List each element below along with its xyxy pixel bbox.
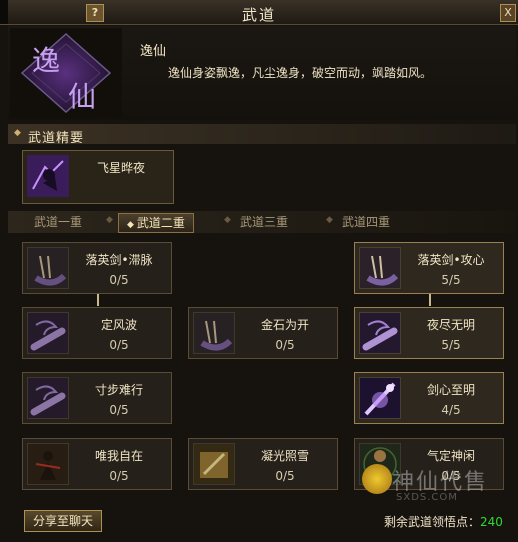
tab-tier-1[interactable]: 武道一重 bbox=[26, 213, 90, 231]
skill-node-points: 0/5 bbox=[275, 338, 295, 352]
tab-tier-4[interactable]: 武道四重 bbox=[334, 213, 398, 231]
skill-node-points: 0/5 bbox=[109, 338, 129, 352]
skill-description: 逸仙身姿飘逸，凡尘逸身，破空而动，飒踏如风。 bbox=[168, 66, 433, 80]
skill-node[interactable]: 夜尽无明 5/5 bbox=[354, 307, 504, 359]
skill-node-name: 定风波 bbox=[100, 318, 137, 332]
emblem-char-1: 逸 bbox=[32, 44, 60, 77]
tab-separator-icon: ◆ bbox=[326, 215, 333, 225]
skill-emblem-icon: 逸 仙 bbox=[10, 28, 122, 118]
golden-glow-icon bbox=[193, 443, 235, 485]
tab-separator-icon: ◆ bbox=[106, 215, 113, 225]
skill-node[interactable]: 落英剑•滞脉 0/5 bbox=[22, 242, 172, 294]
skill-node[interactable]: 金石为开 0/5 bbox=[188, 307, 338, 359]
remaining-points: 剩余武道领悟点：240 bbox=[384, 513, 503, 530]
skill-node[interactable]: 剑心至明 4/5 bbox=[354, 372, 504, 424]
purple-swirl-blade-icon bbox=[359, 312, 401, 354]
skill-node-name: 夜尽无明 bbox=[426, 318, 475, 332]
warrior-figure-icon bbox=[27, 443, 69, 485]
skill-node-name: 剑心至明 bbox=[426, 383, 475, 397]
window-title: 武道 bbox=[241, 6, 276, 24]
skill-node-name: 寸步难行 bbox=[94, 383, 143, 397]
skill-node[interactable]: 凝光照雪 0/5 bbox=[188, 438, 338, 490]
emblem-char-2: 仙 bbox=[68, 80, 96, 113]
skill-node-points: 0/5 bbox=[109, 469, 129, 483]
section-bar bbox=[8, 124, 516, 144]
skill-node[interactable]: 寸步难行 0/5 bbox=[22, 372, 172, 424]
featured-skill-name: 飞星晔夜 bbox=[96, 161, 145, 175]
share-to-chat-button[interactable]: 分享至聊天 bbox=[24, 510, 102, 532]
skill-node-points: 5/5 bbox=[441, 338, 461, 352]
skill-node-points: 5/5 bbox=[441, 273, 461, 287]
skill-node-name: 唯我自在 bbox=[94, 449, 143, 463]
skill-connector bbox=[97, 292, 99, 306]
blade-rune-icon bbox=[27, 247, 69, 289]
tab-tier-2-label: 武道二重 bbox=[136, 216, 185, 230]
purple-swirl-blade-icon bbox=[27, 312, 69, 354]
skill-node-points: 4/5 bbox=[441, 403, 461, 417]
close-button[interactable]: X bbox=[500, 4, 516, 22]
tab-tier-3[interactable]: 武道三重 bbox=[232, 213, 296, 231]
tab-tier-2[interactable]: ◆ 武道二重 bbox=[118, 213, 194, 233]
skill-node-name: 气定神闲 bbox=[426, 449, 475, 463]
featured-skill[interactable]: 飞星晔夜 bbox=[22, 150, 174, 204]
skill-node[interactable]: 落英剑•攻心 5/5 bbox=[354, 242, 504, 294]
skill-node-name: 落英剑•滞脉 bbox=[85, 253, 153, 267]
tab-active-icon: ◆ bbox=[127, 220, 134, 230]
skill-node-points: 0/5 bbox=[275, 469, 295, 483]
skill-connector bbox=[429, 292, 431, 306]
purple-flare-icon bbox=[359, 377, 401, 419]
watermark-logo-icon bbox=[362, 464, 392, 494]
blade-rune-icon bbox=[359, 247, 401, 289]
purple-ninja-icon bbox=[27, 155, 69, 197]
skill-node-name: 凝光照雪 bbox=[260, 449, 309, 463]
skill-node[interactable]: 定风波 0/5 bbox=[22, 307, 172, 359]
purple-swirl-blade-icon bbox=[27, 377, 69, 419]
skill-node-name: 落英剑•攻心 bbox=[417, 253, 485, 267]
skill-name: 逸仙 bbox=[140, 44, 167, 59]
diamond-icon: ◆ bbox=[14, 128, 21, 138]
blade-rune-icon bbox=[193, 312, 235, 354]
skill-node-points: 0/5 bbox=[109, 403, 129, 417]
remaining-points-label: 剩余武道领悟点： bbox=[384, 515, 481, 529]
tab-separator-icon: ◆ bbox=[224, 215, 231, 225]
remaining-points-value: 240 bbox=[480, 515, 503, 529]
section-title: 武道精要 bbox=[28, 131, 85, 146]
watermark-subtext: SXDS.COM bbox=[396, 492, 458, 503]
skill-node-name: 金石为开 bbox=[260, 318, 309, 332]
skill-node[interactable]: 唯我自在 0/5 bbox=[22, 438, 172, 490]
skill-node-points: 0/5 bbox=[109, 273, 129, 287]
